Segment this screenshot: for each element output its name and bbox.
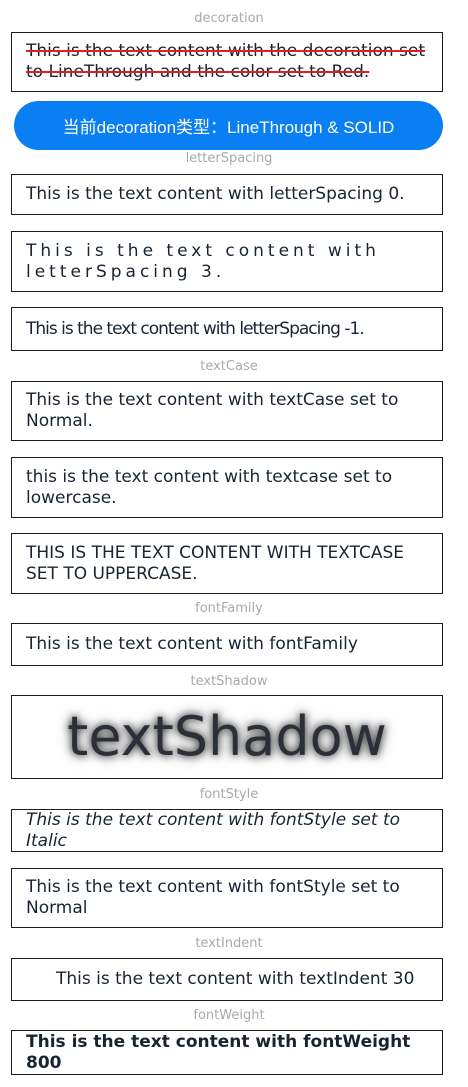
text-case-upper-text: THIS IS THE TEXT CONTENT WITH TEXTCASE S…: [26, 542, 405, 584]
font-family-box: This is the text content with fontFamily: [11, 623, 443, 666]
section-label-text-case: textCase: [200, 359, 258, 374]
text-case-normal-text: This is the text content with textCase s…: [26, 390, 399, 431]
section-label-decoration: decoration: [194, 11, 264, 26]
font-family-text: This is the text content with fontFamily: [26, 634, 358, 654]
letter-spacing-minus1-text: This is the text content with letterSpac…: [26, 318, 365, 339]
section-label-text-shadow: textShadow: [190, 674, 268, 689]
text-case-lower-text: this is the text content with textcase s…: [26, 466, 393, 508]
font-style-italic-text: This is the text content with fontStyle …: [26, 809, 401, 851]
text-indent-box: This is the text content with textIndent…: [11, 958, 443, 1001]
letter-spacing-3-box: This is the text content with letterSpac…: [11, 231, 443, 292]
section-label-text-indent: textIndent: [195, 936, 263, 951]
section-label-letter-spacing: letterSpacing: [185, 151, 273, 166]
section-label-font-style: fontStyle: [199, 787, 259, 802]
text-indent-text: This is the text content with textIndent…: [56, 969, 415, 989]
font-style-normal-box: This is the text content with fontStyle …: [11, 868, 443, 928]
decoration-text: This is the text content with the decora…: [26, 41, 426, 82]
section-label-font-family: fontFamily: [195, 601, 263, 616]
font-style-italic-box: This is the text content with fontStyle …: [11, 809, 443, 852]
letter-spacing-0-box: This is the text content with letterSpac…: [11, 174, 443, 215]
font-weight-text: This is the text content with fontWeight…: [26, 1031, 411, 1073]
font-style-normal-text: This is the text content with fontStyle …: [26, 877, 400, 918]
text-shadow-box: textShadow: [11, 695, 443, 779]
letter-spacing-0-text: This is the text content with letterSpac…: [26, 184, 405, 204]
text-case-lower-box: this is the text content with textcase s…: [11, 457, 443, 518]
text-case-upper-box: THIS IS THE TEXT CONTENT WITH TEXTCASE S…: [11, 533, 443, 594]
letter-spacing-minus1-box: This is the text content with letterSpac…: [11, 307, 443, 351]
text-case-normal-box: This is the text content with textCase s…: [11, 381, 443, 441]
decoration-text-box: This is the text content with the decora…: [11, 32, 443, 92]
decoration-type-button[interactable]: 当前decoration类型：LineThrough & SOLID: [14, 101, 443, 150]
section-label-font-weight: fontWeight: [193, 1008, 265, 1023]
letter-spacing-3-text: This is the text content with letterSpac…: [26, 240, 380, 282]
font-weight-box: This is the text content with fontWeight…: [11, 1030, 443, 1075]
text-shadow-text: textShadow: [67, 705, 387, 768]
